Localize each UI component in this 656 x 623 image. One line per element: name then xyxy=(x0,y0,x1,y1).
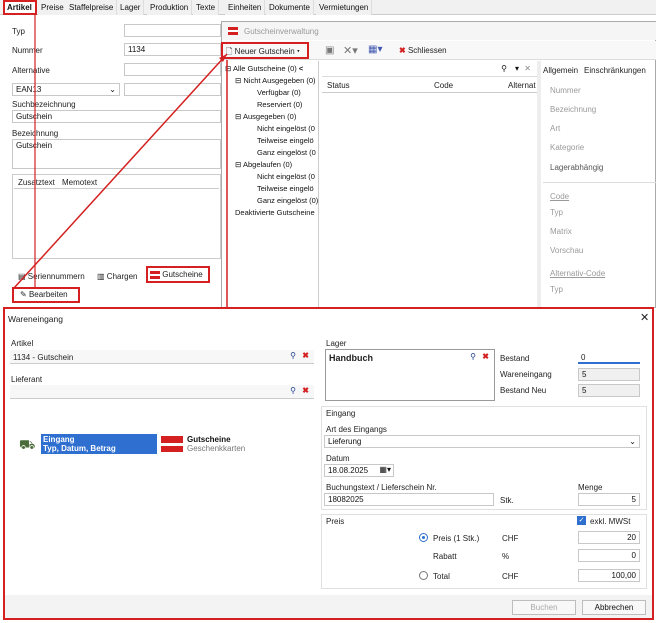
preis-group-label: Preis xyxy=(326,517,345,526)
gutscheine-step[interactable]: Gutscheine Geschenkkarten xyxy=(187,434,277,454)
search-icon[interactable]: ⚲ xyxy=(290,386,296,395)
clear-icon[interactable]: ✖ xyxy=(302,351,309,360)
lager-box[interactable]: Handbuch ⚲ ✖ xyxy=(325,349,495,401)
preis-label: Preis (1 Stk.) xyxy=(433,534,480,543)
datum-field[interactable]: 18.08.2025 ▦▾ xyxy=(324,464,394,477)
art-label: Art des Eingangs xyxy=(326,425,387,434)
total-currency: CHF xyxy=(502,572,519,581)
artikel-label: Artikel xyxy=(11,339,34,348)
search-icon[interactable]: ⚲ xyxy=(290,351,296,360)
artikel-field[interactable]: 1134 - Gutschein ⚲ ✖ xyxy=(10,350,314,364)
stk-label: Stk. xyxy=(500,496,514,505)
total-label: Total xyxy=(433,572,450,581)
exkl-label: exkl. MWSt xyxy=(590,517,631,526)
clear-icon[interactable]: ✖ xyxy=(482,352,489,361)
rabatt-unit: % xyxy=(502,552,510,561)
total-field[interactable]: 100,00 xyxy=(578,569,640,582)
dialog-title: Wareneingang xyxy=(8,314,63,324)
eingang-step[interactable]: Eingang Typ, Datum, Betrag xyxy=(41,434,157,454)
preis-currency: CHF xyxy=(502,534,519,543)
buchung-label: Buchungstext / Lieferschein Nr. xyxy=(326,483,437,492)
menge-field[interactable]: 5 xyxy=(578,493,640,506)
bestand-neu-label: Bestand Neu xyxy=(500,386,547,395)
abbrechen-button[interactable]: Abbrechen xyxy=(582,600,646,615)
buchen-button[interactable]: Buchen xyxy=(512,600,576,615)
clear-icon[interactable]: ✖ xyxy=(302,386,309,395)
buchung-field[interactable]: 18082025 xyxy=(324,493,494,506)
wareneingang-value: 5 xyxy=(578,368,640,381)
search-icon[interactable]: ⚲ xyxy=(470,352,476,361)
menge-label: Menge xyxy=(578,483,603,492)
calendar-icon[interactable]: ▦▾ xyxy=(379,465,391,474)
art-select[interactable]: Lieferung ⌄ xyxy=(324,435,640,448)
rabatt-label: Rabatt xyxy=(433,552,457,561)
wareneingang-label: Wareneingang xyxy=(500,370,552,379)
total-radio[interactable] xyxy=(419,571,428,580)
preis-radio[interactable] xyxy=(419,533,428,542)
bestand-value: 0 xyxy=(578,351,640,364)
bestand-label: Bestand xyxy=(500,354,530,363)
bestand-neu-value: 5 xyxy=(578,384,640,397)
preis-field[interactable]: 20 xyxy=(578,531,640,544)
dialog-close-icon[interactable]: ✕ xyxy=(640,311,649,324)
datum-label: Datum xyxy=(326,454,350,463)
chevron-down-icon: ⌄ xyxy=(629,437,636,446)
gutscheine-step-icon xyxy=(161,436,183,452)
eingang-group-label: Eingang xyxy=(326,409,356,418)
eingang-step-icon: ⛟ xyxy=(19,437,36,452)
lieferant-label: Lieferant xyxy=(11,375,43,384)
rabatt-field[interactable]: 0 xyxy=(578,549,640,562)
exkl-checkbox[interactable]: ✓ xyxy=(577,516,586,525)
lieferant-field[interactable]: ⚲ ✖ xyxy=(10,385,314,399)
lager-label: Lager xyxy=(326,339,347,348)
